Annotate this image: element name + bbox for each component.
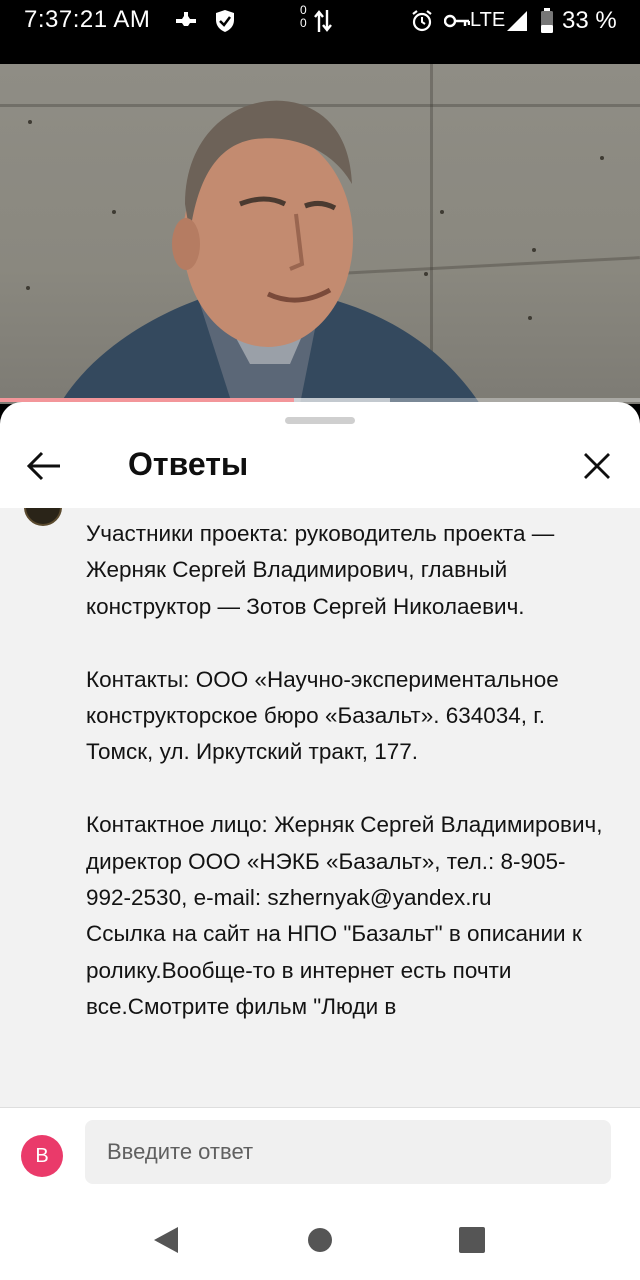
- signal-icon: [506, 8, 528, 34]
- status-time: 7:37:21 AM: [24, 6, 151, 33]
- triangle-back-icon: [154, 1227, 178, 1253]
- status-bar: 7:37:21 AM 00 LTE 33 %: [0, 0, 640, 44]
- nav-recents-button[interactable]: [452, 1220, 492, 1260]
- key-icon: [444, 8, 470, 34]
- lte-label: LTE: [470, 9, 506, 31]
- network-activity: 00: [300, 3, 307, 30]
- nav-back-button[interactable]: [146, 1220, 186, 1260]
- reply-content[interactable]: Участники проекта: руководитель проекта …: [0, 508, 640, 1108]
- video-player[interactable]: [0, 64, 640, 404]
- close-button[interactable]: [575, 444, 619, 488]
- video-frame-person: [60, 100, 480, 404]
- vpn-key-icon: [174, 8, 198, 34]
- nav-home-button[interactable]: [300, 1220, 340, 1260]
- system-nav-bar: [0, 1196, 640, 1280]
- data-arrows-icon: [314, 8, 332, 34]
- battery-percent: 33 %: [562, 7, 617, 34]
- reply-composer: В: [0, 1108, 640, 1208]
- battery-icon: [540, 8, 554, 34]
- sheet-title: Ответы: [128, 446, 249, 482]
- replies-sheet: Ответы Участники проекта: руководитель п…: [0, 402, 640, 1280]
- reply-text: Участники проекта: руководитель проекта …: [86, 521, 603, 1020]
- close-icon: [584, 453, 610, 479]
- shield-icon: [214, 8, 236, 34]
- square-recents-icon: [459, 1227, 485, 1253]
- back-button[interactable]: [22, 444, 66, 488]
- circle-home-icon: [308, 1228, 332, 1252]
- reply-input[interactable]: [85, 1120, 611, 1184]
- user-avatar[interactable]: В: [21, 1135, 63, 1177]
- arrow-left-icon: [26, 451, 60, 481]
- alarm-icon: [410, 8, 434, 34]
- drag-handle[interactable]: [285, 417, 355, 424]
- sheet-header: Ответы: [0, 426, 640, 510]
- commenter-avatar[interactable]: [24, 508, 62, 526]
